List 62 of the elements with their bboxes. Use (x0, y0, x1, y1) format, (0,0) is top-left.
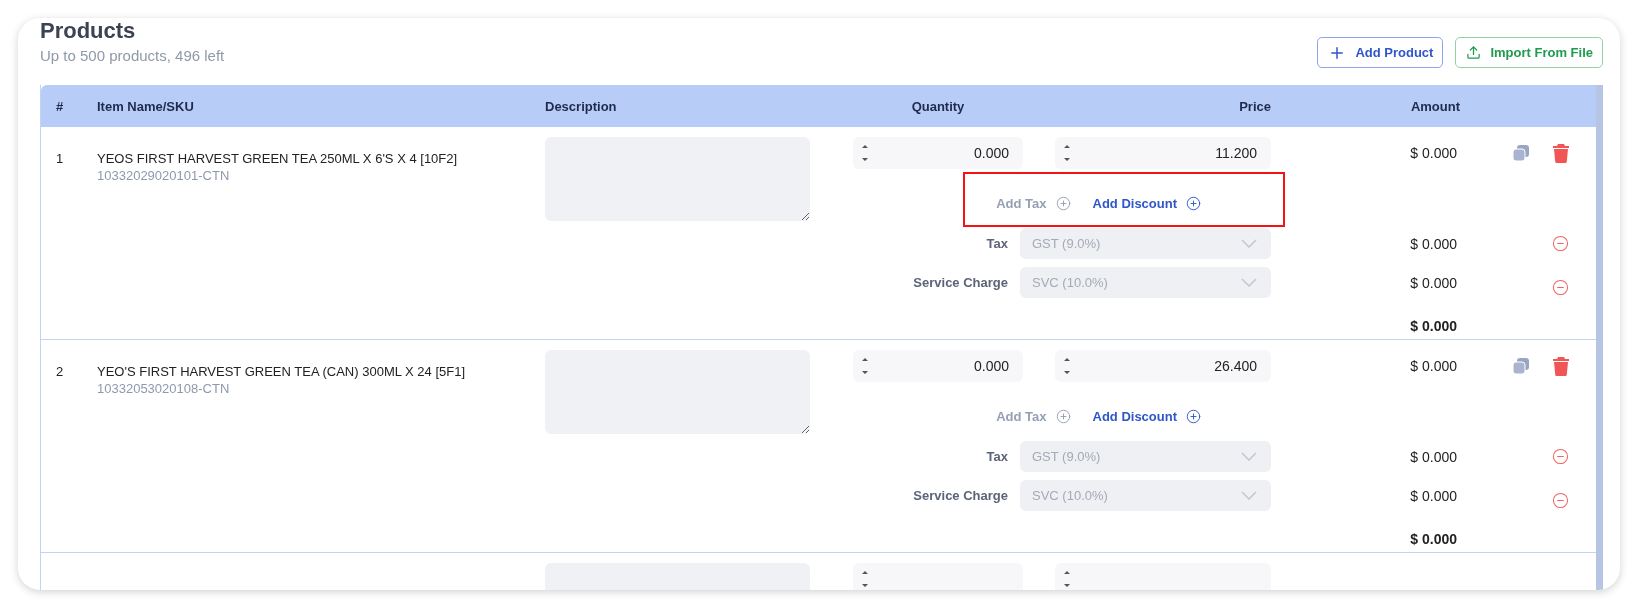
plus-circle-icon (1186, 408, 1201, 424)
amount-value: $ 0.000 (1409, 145, 1458, 161)
stepper-arrows-icon[interactable] (1063, 356, 1071, 376)
add-product-button[interactable]: Add Product (1317, 37, 1444, 68)
row-number: 2 (55, 363, 65, 379)
quantity-field[interactable]: 0.000 (853, 350, 1023, 382)
charge-amount: $ 0.000 (1409, 448, 1458, 465)
price-field[interactable]: 26.400 (1055, 350, 1271, 382)
description-field[interactable] (545, 350, 810, 434)
item-sku: 10332029020101-CTN (97, 168, 231, 183)
trash-icon[interactable] (1552, 143, 1570, 163)
remove-circle-icon[interactable] (1552, 492, 1569, 509)
column-header: Item Name/SKU (97, 98, 195, 114)
row-total: $ 0.000 (1409, 318, 1458, 334)
stepper-arrows-icon[interactable] (861, 143, 869, 163)
import-button[interactable]: Import From File (1455, 37, 1603, 68)
plus-circle-icon (1055, 195, 1071, 211)
chevron-down-icon (1241, 452, 1257, 461)
scrollbar[interactable] (1596, 85, 1603, 590)
column-header: Amount (1409, 98, 1460, 114)
column-header: Price (1238, 98, 1271, 114)
remove-circle-icon[interactable] (1552, 448, 1569, 465)
stepper-arrows-icon[interactable] (1063, 143, 1071, 163)
charge-label: Tax (986, 236, 1008, 251)
item-sku: 10332053020108-CTN (97, 381, 231, 396)
price-field[interactable] (1055, 563, 1271, 590)
charge-amount: $ 0.000 (1409, 274, 1458, 291)
section-title: Products (40, 18, 137, 44)
add-discount-button[interactable]: Add Discount (1092, 195, 1201, 211)
copy-icon[interactable] (1512, 357, 1530, 375)
column-header: # (55, 98, 65, 114)
stepper-arrows-icon[interactable] (861, 356, 869, 376)
section-subtitle: Up to 500 products, 496 left (40, 47, 225, 64)
charge-amount: $ 0.000 (1409, 487, 1458, 504)
description-field[interactable] (545, 137, 810, 221)
copy-icon[interactable] (1512, 144, 1530, 162)
remove-circle-icon[interactable] (1552, 235, 1569, 252)
charge-amount: $ 0.000 (1409, 235, 1458, 252)
charge-label: Service Charge (913, 275, 1008, 290)
column-header: Description (545, 98, 618, 114)
row-total: $ 0.000 (1409, 531, 1458, 547)
chevron-down-icon (1241, 278, 1257, 287)
remove-circle-icon[interactable] (1552, 279, 1569, 296)
row-number: 1 (55, 150, 65, 166)
price-field[interactable]: 11.200 (1055, 137, 1271, 169)
quantity-field[interactable] (853, 563, 1023, 590)
stepper-arrows-icon[interactable] (861, 569, 869, 589)
chevron-down-icon (1241, 491, 1257, 500)
amount-value: $ 0.000 (1409, 358, 1458, 374)
charge-label: Service Charge (913, 488, 1008, 503)
chevron-down-icon (1241, 239, 1257, 248)
item-name: YEO'S FIRST HARVEST GREEN TEA (CAN) 300ML X 24 [5F1] (97, 364, 467, 379)
column-header: Quantity (910, 98, 966, 114)
item-name: YEOS FIRST HARVEST GREEN TEA 250ML X 6'S X 4 [10F2] (97, 151, 459, 166)
upload-icon (1466, 45, 1482, 60)
plus-circle-icon (1055, 408, 1071, 424)
quantity-field[interactable]: 0.000 (853, 137, 1023, 169)
stepper-arrows-icon[interactable] (1063, 569, 1071, 589)
charge-label: Tax (986, 449, 1008, 464)
plus-circle-icon (1186, 195, 1201, 211)
add-discount-button[interactable]: Add Discount (1092, 408, 1201, 424)
trash-icon[interactable] (1552, 356, 1570, 376)
